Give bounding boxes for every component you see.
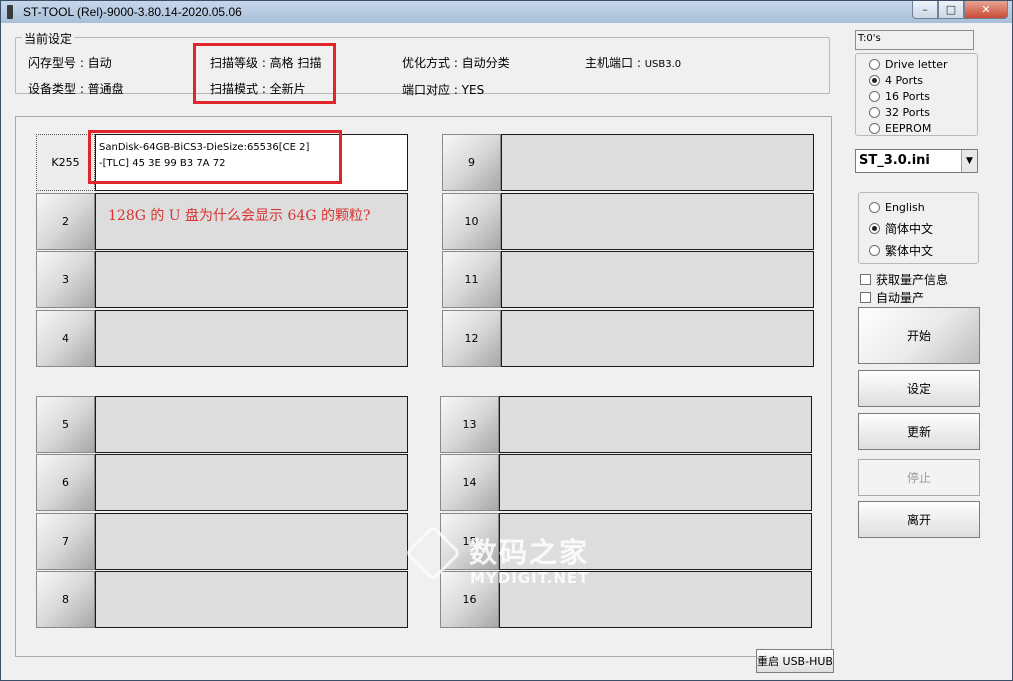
port-option-label: EEPROM [885,122,932,135]
port-button-8[interactable]: 8 [36,571,95,628]
port-button-3[interactable]: 3 [36,251,95,308]
radio-icon [869,91,880,102]
checkbox-label: 获取量产信息 [876,273,949,287]
port-option-eeprom[interactable]: EEPROM [869,122,931,135]
language-simplified-chinese[interactable]: 简体中文 [869,220,933,237]
ini-file-select[interactable]: ST_3.0.ini ▼ [855,149,978,173]
port-button-6[interactable]: 6 [36,454,95,511]
port-status-6 [95,454,408,511]
window-controls: – □ ✕ [912,1,1008,19]
port-status-4 [95,310,408,367]
language-label: English [885,201,925,214]
port-option-label: 16 Ports [885,90,931,103]
port-status-11 [501,251,814,308]
checkbox-icon [860,274,871,285]
port-status-13 [499,396,812,453]
settings-button[interactable]: 设定 [858,370,980,407]
language-english[interactable]: English [869,201,925,214]
update-button[interactable]: 更新 [858,413,980,450]
chevron-down-icon[interactable]: ▼ [961,150,977,172]
client-area: 当前设定 闪存型号 : 自动 设备类型 : 普通盘 扫描等级 : 高格 扫描 扫… [1,23,1012,680]
radio-icon [869,59,880,70]
close-button[interactable]: ✕ [964,1,1008,19]
port-option-4-ports[interactable]: 4 Ports [869,74,923,87]
host-port-key: 主机端口 : [585,56,645,70]
port-option-label: 4 Ports [885,74,924,87]
minimize-button[interactable]: – [912,1,938,19]
optimize-label: 优化方式 : 自动分类 [402,56,510,70]
port-button-11[interactable]: 11 [442,251,501,308]
language-label: 简体中文 [885,222,934,236]
port-status-3 [95,251,408,308]
watermark-text: 数码之家 [469,536,590,569]
port-button-10[interactable]: 10 [442,193,501,250]
chip-info-highlight-box [88,130,342,184]
stop-button[interactable]: 停止 [858,459,980,496]
port-button-4[interactable]: 4 [36,310,95,367]
annotation-text: 128G 的 U 盘为什么会显示 64G 的颗粒? [108,208,371,224]
port-option-label: 32 Ports [885,106,931,119]
app-icon [7,5,13,19]
port-status-9 [501,134,814,191]
port-map-label: 端口对应 : YES [402,81,484,98]
port-map-text: 端口对应 : YES [402,83,485,97]
port-option-label: Drive letter [885,58,948,71]
port-button-2[interactable]: 2 [36,193,95,250]
radio-selected-icon [869,223,880,234]
ini-file-value: ST_3.0.ini [859,153,930,168]
flash-model-label: 闪存型号 : 自动 [28,56,112,70]
timer-display: T:0's [855,30,974,50]
title-bar: ST-TOOL (Rel)-9000-3.80.14-2020.05.06 – … [1,1,1012,23]
port-status-12 [501,310,814,367]
port-button-7[interactable]: 7 [36,513,95,570]
app-window: ST-TOOL (Rel)-9000-3.80.14-2020.05.06 – … [0,0,1013,681]
port-button-1[interactable]: K255 [36,134,95,191]
port-status-8 [95,571,408,628]
exit-button[interactable]: 离开 [858,501,980,538]
auto-mp-checkbox[interactable]: 自动量产 [860,289,924,306]
radio-icon [869,245,880,256]
port-button-12[interactable]: 12 [442,310,501,367]
current-settings-title: 当前设定 [22,30,75,47]
port-status-10 [501,193,814,250]
port-option-32-ports[interactable]: 32 Ports [869,106,930,119]
port-button-5[interactable]: 5 [36,396,95,453]
radio-icon [869,107,880,118]
port-option-16-ports[interactable]: 16 Ports [869,90,930,103]
checkbox-icon [860,292,871,303]
port-status-14 [499,454,812,511]
watermark-url: MYDIGIT.NET [470,569,590,587]
language-traditional-chinese[interactable]: 繁体中文 [869,242,933,259]
restart-usb-hub-button[interactable]: 重启 USB-HUB [756,649,834,673]
radio-selected-icon [869,75,880,86]
get-mp-info-checkbox[interactable]: 获取量产信息 [860,271,948,288]
device-type-label: 设备类型 : 普通盘 [28,82,124,96]
port-button-9[interactable]: 9 [442,134,501,191]
host-port-label: 主机端口 : USB3.0 [585,54,681,71]
port-button-14[interactable]: 14 [440,454,499,511]
radio-icon [869,123,880,134]
maximize-button[interactable]: □ [938,1,964,19]
scan-highlight-box [193,43,336,104]
port-option-drive-letter[interactable]: Drive letter [869,58,948,71]
port-status-7 [95,513,408,570]
host-port-value: USB3.0 [644,59,682,70]
language-label: 繁体中文 [885,244,934,258]
window-title: ST-TOOL (Rel)-9000-3.80.14-2020.05.06 [23,5,242,19]
port-button-13[interactable]: 13 [440,396,499,453]
checkbox-label: 自动量产 [876,291,925,305]
port-status-5 [95,396,408,453]
start-button[interactable]: 开始 [858,307,980,364]
radio-icon [869,202,880,213]
